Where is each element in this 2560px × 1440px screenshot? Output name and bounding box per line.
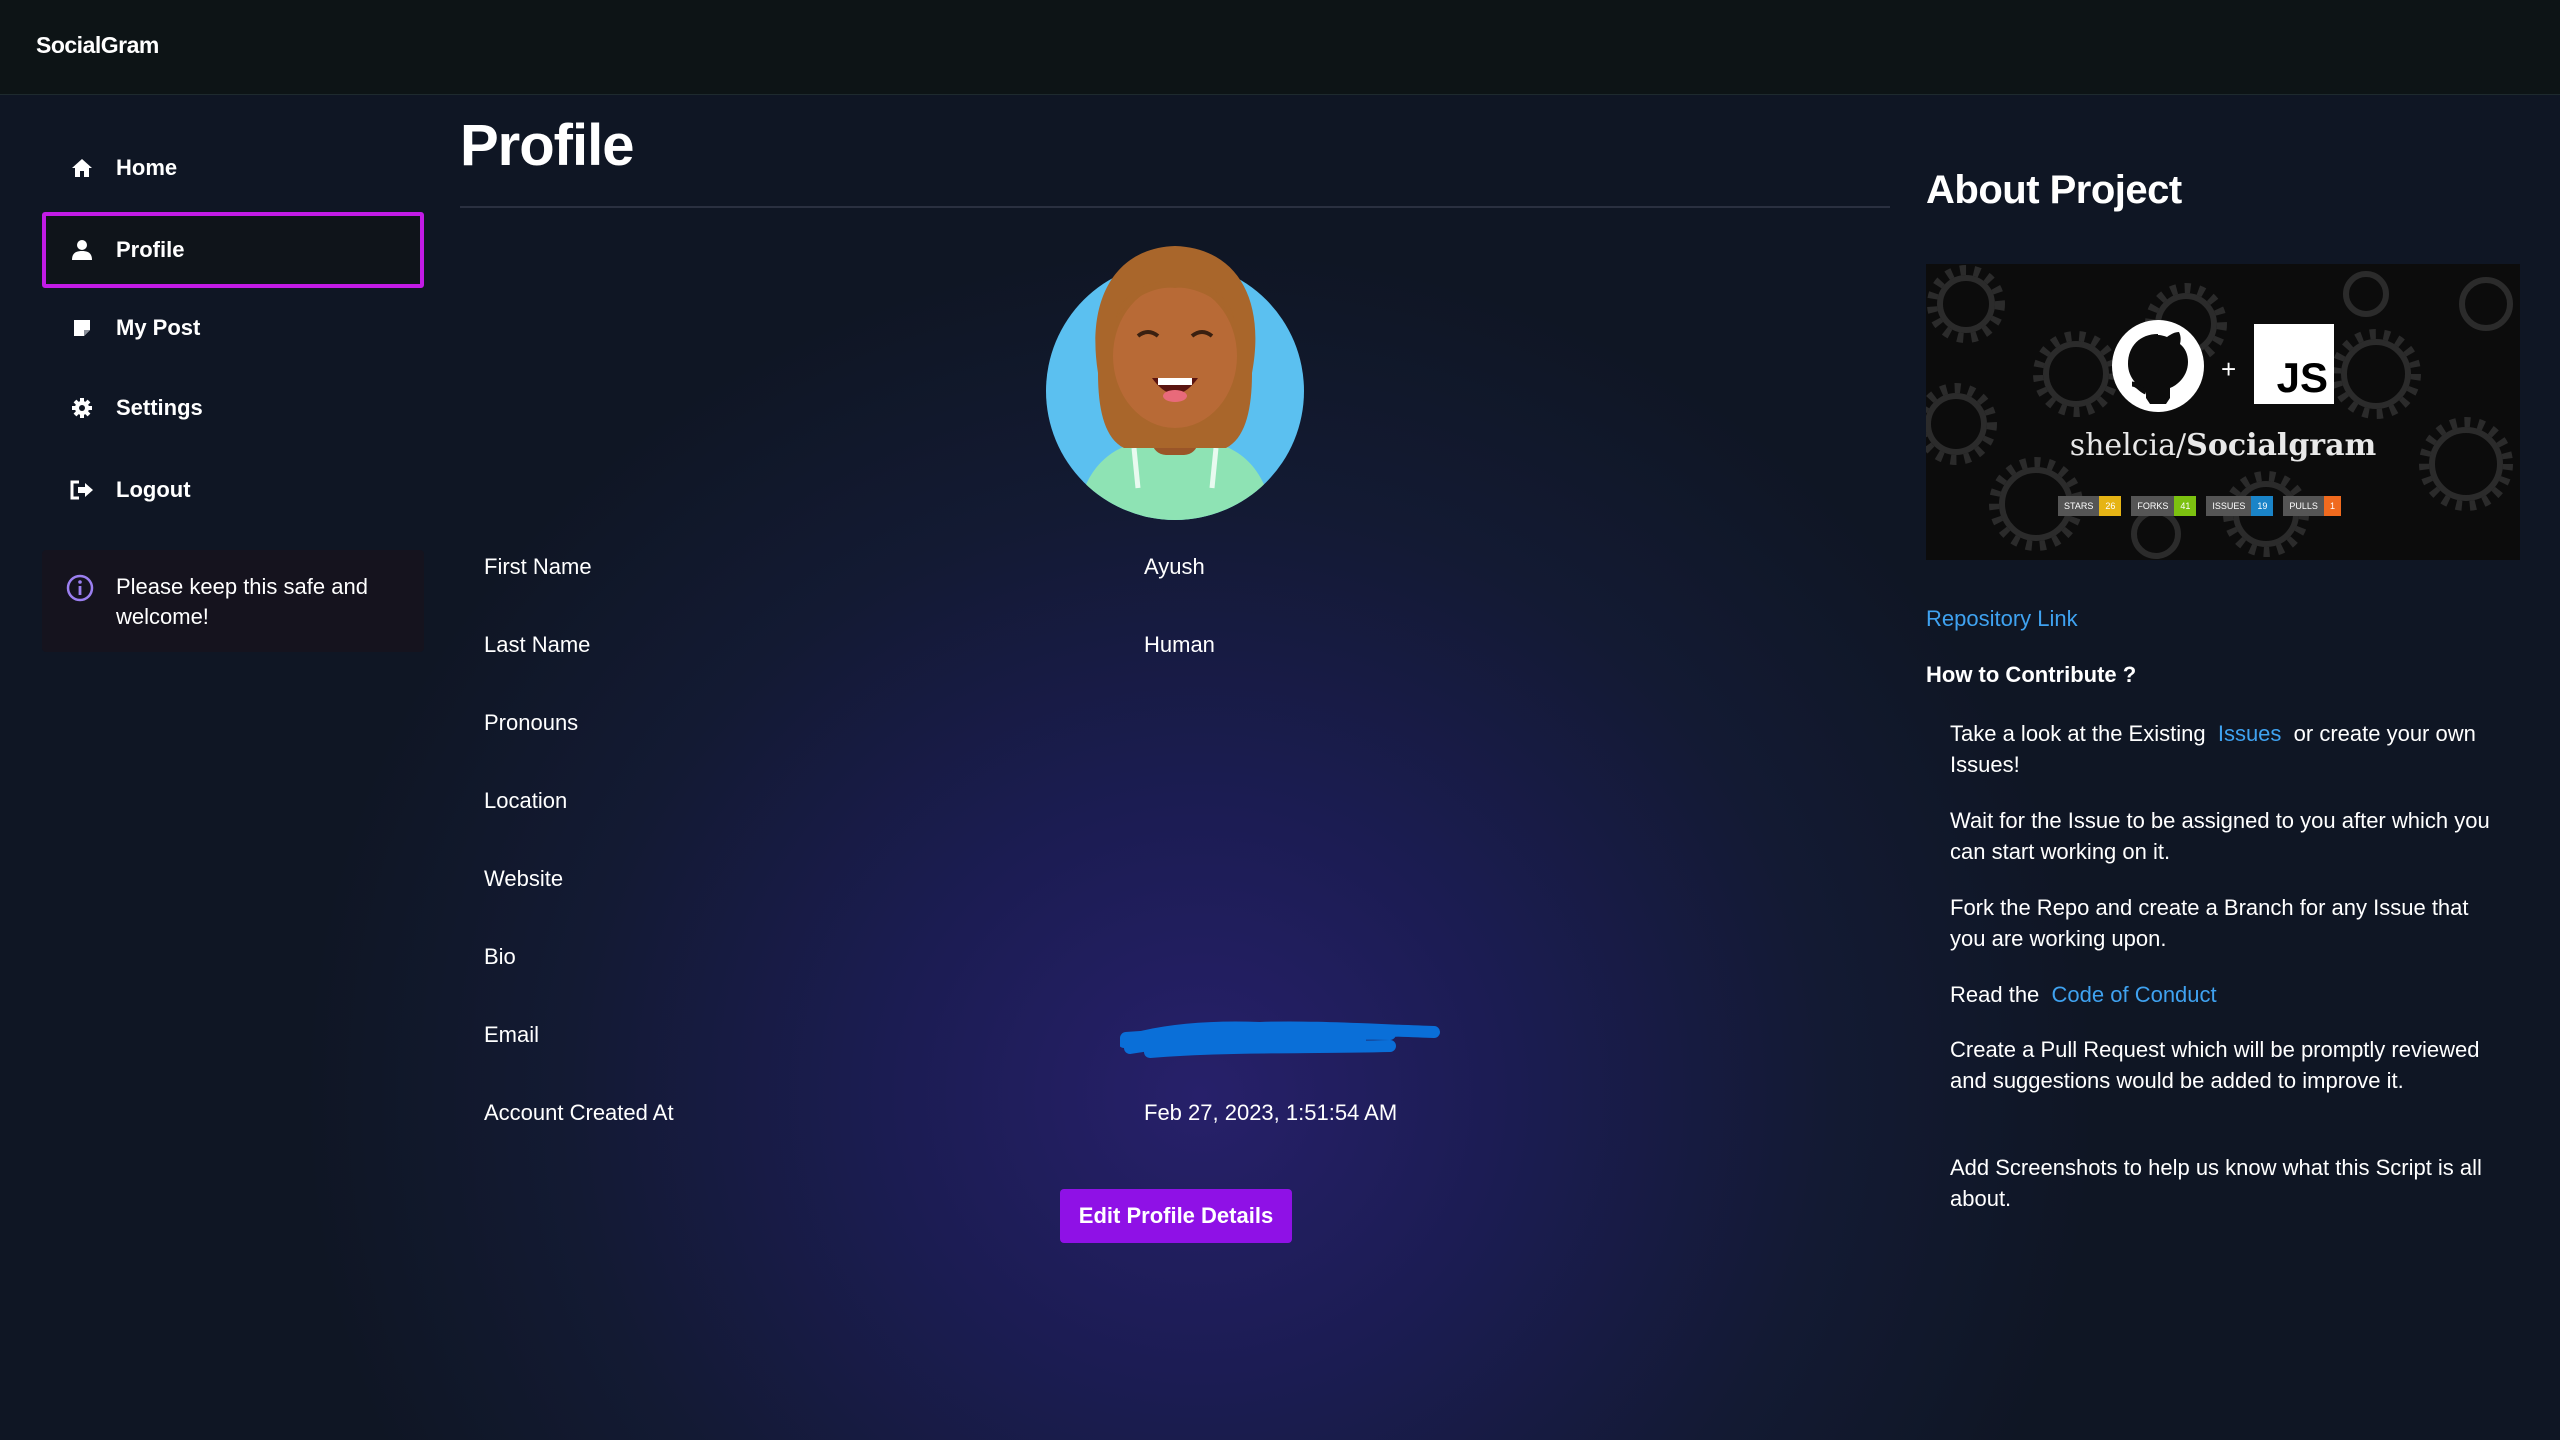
title-divider xyxy=(460,206,1890,208)
badge-forks: FORKS 41 xyxy=(2131,496,2197,516)
sidebar-item-my-post[interactable]: My Post xyxy=(42,290,424,366)
issues-link[interactable]: Issues xyxy=(2218,721,2282,746)
contribute-step-3: Fork the Repo and create a Branch for an… xyxy=(1950,895,2469,951)
field-value-account-created: Feb 27, 2023, 1:51:54 AM xyxy=(1144,1100,1398,1125)
user-icon xyxy=(70,238,94,262)
badge-issues: ISSUES 19 xyxy=(2206,496,2274,516)
badge-stars: STARS 26 xyxy=(2058,496,2122,516)
profile-avatar xyxy=(1046,238,1304,520)
home-icon xyxy=(70,156,94,180)
field-label-website: Website xyxy=(484,866,564,891)
email-redaction-scribble xyxy=(1118,1012,1440,1062)
about-project-title: About Project xyxy=(1926,168,2182,212)
field-label-last-name: Last Name xyxy=(484,632,591,657)
sidebar-item-settings[interactable]: Settings xyxy=(42,370,424,446)
field-label-bio: Bio xyxy=(484,944,516,969)
field-value-last-name: Human xyxy=(1144,632,1215,657)
field-label-email: Email xyxy=(484,1022,540,1047)
gear-icon xyxy=(70,396,94,420)
logout-icon xyxy=(70,478,94,502)
sidebar-item-logout[interactable]: Logout xyxy=(42,452,424,528)
badge-pulls: PULLS 1 xyxy=(2283,496,2341,516)
field-label-location: Location xyxy=(484,788,568,813)
sidebar-item-home[interactable]: Home xyxy=(42,130,424,206)
banner-plus: + xyxy=(2221,354,2237,384)
field-label-account-created: Account Created At xyxy=(484,1100,674,1125)
sidebar-item-label: Settings xyxy=(116,395,203,420)
code-of-conduct-link[interactable]: Code of Conduct xyxy=(2052,982,2217,1007)
sidebar-item-label: My Post xyxy=(116,315,201,340)
contribute-step-2: Wait for the Issue to be assigned to you… xyxy=(1950,808,2490,864)
info-notice-text: Please keep this safe and welcome! xyxy=(116,574,368,629)
contribute-step-4: Read the Code of Conduct xyxy=(1950,982,2217,1007)
note-icon xyxy=(70,316,94,340)
info-notice: Please keep this safe and welcome! xyxy=(42,550,424,652)
sidebar-item-label: Home xyxy=(116,155,178,180)
sidebar-item-label: Profile xyxy=(116,237,185,262)
repository-link[interactable]: Repository Link xyxy=(1926,606,2078,632)
banner-badges: STARS 26 FORKS 41 ISSUES 19 PULLS 1 xyxy=(2058,496,2341,516)
contribute-step-1: Take a look at the Existing Issues or cr… xyxy=(1950,721,2476,777)
brand-logo-text[interactable]: SocialGram xyxy=(36,32,159,59)
field-label-pronouns: Pronouns xyxy=(484,710,579,735)
page-title: Profile xyxy=(460,113,634,178)
js-logo-icon: JS xyxy=(2254,324,2334,404)
edit-profile-button[interactable]: Edit Profile Details xyxy=(1060,1189,1292,1243)
field-value-first-name: Ayush xyxy=(1144,554,1205,579)
banner-repo-name: shelcia/Socialgram xyxy=(2069,428,2377,463)
project-banner-image: + JS shelcia/Socialgram STARS 26 FORKS 4… xyxy=(1926,264,2520,560)
info-icon xyxy=(66,572,94,652)
top-navbar: SocialGram xyxy=(0,0,2560,95)
field-label-first-name: First Name xyxy=(484,554,592,579)
contribute-step-5: Create a Pull Request which will be prom… xyxy=(1950,1037,2480,1093)
contribute-step-6: Add Screenshots to help us know what thi… xyxy=(1950,1155,2482,1211)
sidebar-item-label: Logout xyxy=(116,477,191,502)
sidebar-item-profile[interactable]: Profile xyxy=(42,212,424,288)
how-to-contribute-heading: How to Contribute ? xyxy=(1926,662,2137,687)
github-logo-icon xyxy=(2110,318,2206,414)
